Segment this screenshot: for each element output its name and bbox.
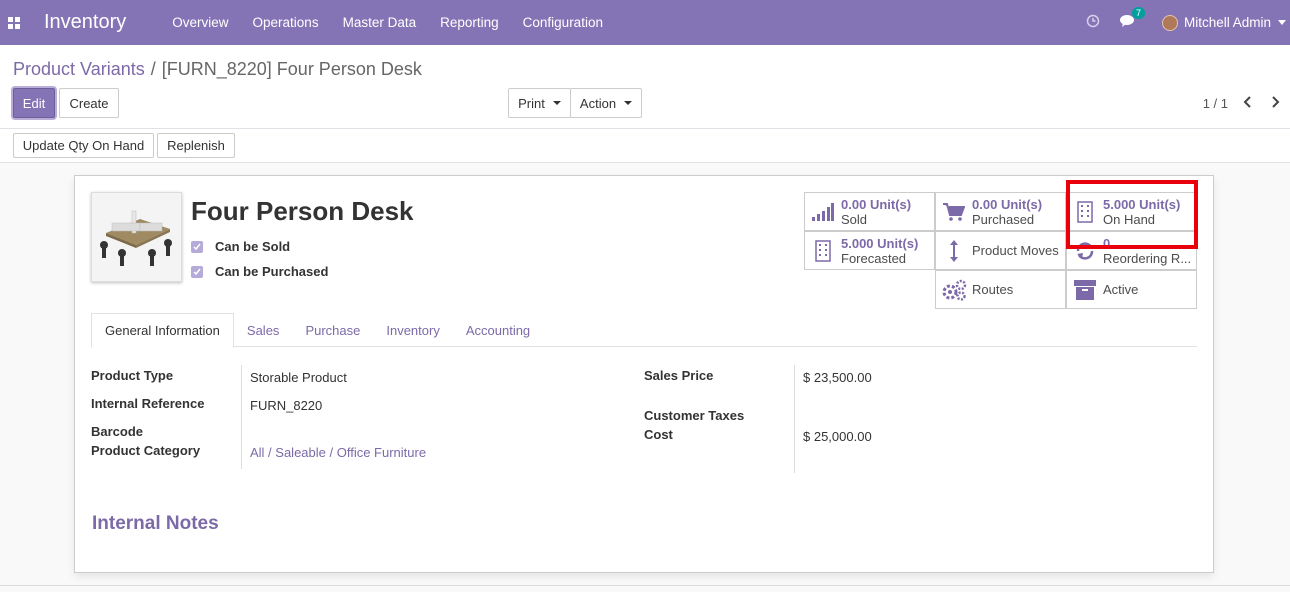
left-group-divider [241, 365, 242, 469]
smart-button-purchased[interactable]: 0.00 Unit(s) Purchased [935, 192, 1066, 231]
customer-taxes-label: Customer Taxes [644, 408, 745, 423]
internal-reference-label: Internal Reference [91, 396, 205, 411]
menu-overview[interactable]: Overview [172, 15, 228, 30]
tab-sales[interactable]: Sales [234, 313, 293, 347]
sales-price-label: Sales Price [644, 368, 714, 383]
can-be-purchased-checkbox[interactable] [191, 265, 203, 278]
sales-price-value[interactable]: $ 23,500.00 [803, 370, 872, 385]
barcode-label: Barcode [91, 424, 144, 439]
product-moves-label: Product Moves [972, 243, 1059, 258]
product-name: Four Person Desk [191, 196, 414, 226]
purchased-label: Purchased [972, 211, 1035, 227]
main-menu: Overview Operations Master Data Reportin… [172, 15, 627, 30]
can-be-sold-checkbox[interactable] [191, 240, 203, 253]
pager-next-icon[interactable] [1268, 94, 1282, 110]
tab-purchase[interactable]: Purchase [292, 313, 373, 347]
pager-value[interactable]: 1 / 1 [1203, 96, 1228, 111]
smart-button-forecasted[interactable]: 5.000 Unit(s) Forecasted [804, 231, 935, 270]
sold-unit: Unit(s) [869, 196, 912, 212]
internal-reference-value[interactable]: FURN_8220 [250, 398, 322, 413]
action-dropdown[interactable]: Action [570, 88, 642, 118]
app-brand[interactable]: Inventory [44, 11, 126, 34]
product-image[interactable] [91, 192, 182, 282]
notebook-tabs: General Information Sales Purchase Inven… [91, 313, 1197, 348]
print-label: Print [518, 95, 545, 111]
smart-button-product-moves[interactable]: Product Moves [935, 231, 1066, 270]
product-type-label: Product Type [91, 368, 174, 383]
can-be-purchased-label: Can be Purchased [215, 264, 329, 279]
breadcrumb-separator: / [150, 59, 156, 79]
apps-menu-icon[interactable] [0, 0, 28, 45]
breadcrumb: Product Variants / [FURN_8220] Four Person… [13, 59, 422, 80]
vertical-arrows-icon [936, 239, 972, 263]
purchased-unit: Unit(s) [1000, 196, 1043, 212]
pager-previous-icon[interactable] [1241, 94, 1255, 110]
print-caret-icon [552, 101, 561, 105]
menu-reporting[interactable]: Reporting [440, 15, 499, 30]
breadcrumb-parent[interactable]: Product Variants [13, 59, 145, 79]
control-panel: Product Variants / [FURN_8220] Four Person… [0, 45, 1290, 129]
smart-button-sold[interactable]: 0.00 Unit(s) Sold [804, 192, 935, 231]
update-qty-on-hand-button[interactable]: Update Qty On Hand [13, 133, 154, 158]
product-category-link[interactable]: All / Saleable / Office Furniture [250, 445, 426, 460]
replenish-button[interactable]: Replenish [157, 133, 235, 158]
forecasted-unit: Unit(s) [877, 235, 919, 251]
product-type-value[interactable]: Storable Product [250, 370, 347, 385]
active-label: Active [1103, 282, 1139, 297]
edit-button[interactable]: Edit [13, 88, 55, 118]
menu-configuration[interactable]: Configuration [523, 15, 603, 30]
activity-clock-icon[interactable] [1086, 14, 1100, 31]
routes-label: Routes [972, 282, 1014, 297]
cost-value[interactable]: $ 25,000.00 [803, 429, 872, 444]
sold-value: 0.00 [841, 196, 867, 212]
can-be-sold-label: Can be Sold [215, 239, 291, 254]
print-dropdown[interactable]: Print [508, 88, 571, 118]
can-be-sold-row: Can be Sold [191, 239, 290, 254]
cost-label: Cost [644, 427, 673, 442]
message-count-badge: 7 [1131, 7, 1145, 19]
internal-notes-heading: Internal Notes [92, 513, 219, 534]
sold-label: Sold [841, 211, 868, 227]
product-category-label: Product Category [91, 443, 201, 458]
messages-chat-icon[interactable]: 7 [1119, 7, 1145, 31]
menu-master-data[interactable]: Master Data [343, 15, 417, 30]
on-hand-highlight-box [1066, 180, 1198, 249]
action-caret-icon [624, 101, 633, 105]
can-be-purchased-row: Can be Purchased [191, 264, 328, 279]
right-group-divider [794, 365, 795, 473]
breadcrumb-current: [FURN_8220] Four Person Desk [161, 59, 422, 79]
action-label: Action [579, 95, 617, 111]
purchased-value: 0.00 [972, 196, 998, 212]
forecasted-label: Forecasted [841, 250, 907, 266]
bottom-divider [0, 585, 1290, 586]
smart-button-active[interactable]: Active [1066, 270, 1197, 309]
tab-inventory[interactable]: Inventory [373, 313, 452, 347]
user-menu[interactable]: Mitchell Admin [1161, 14, 1286, 31]
archive-box-icon [1067, 279, 1103, 300]
gears-icon [936, 279, 972, 301]
shopping-cart-icon [936, 202, 972, 221]
sold-chart-icon [805, 202, 841, 221]
tab-accounting[interactable]: Accounting [453, 313, 543, 347]
forecast-building-icon [805, 239, 841, 262]
user-avatar [1161, 14, 1178, 31]
forecasted-value: 5.000 [841, 235, 874, 251]
create-button[interactable]: Create [59, 88, 119, 118]
menu-operations[interactable]: Operations [253, 15, 319, 30]
reordering-label: Reordering R... [1103, 250, 1192, 266]
tab-general-information[interactable]: General Information [91, 313, 234, 348]
top-navbar: Inventory Overview Operations Master Dat… [0, 0, 1290, 45]
user-name: Mitchell Admin [1183, 15, 1271, 30]
smart-button-routes[interactable]: Routes [935, 270, 1066, 309]
form-statusbar: Update Qty On Hand Replenish [0, 129, 1290, 163]
user-caret-icon [1278, 20, 1286, 25]
